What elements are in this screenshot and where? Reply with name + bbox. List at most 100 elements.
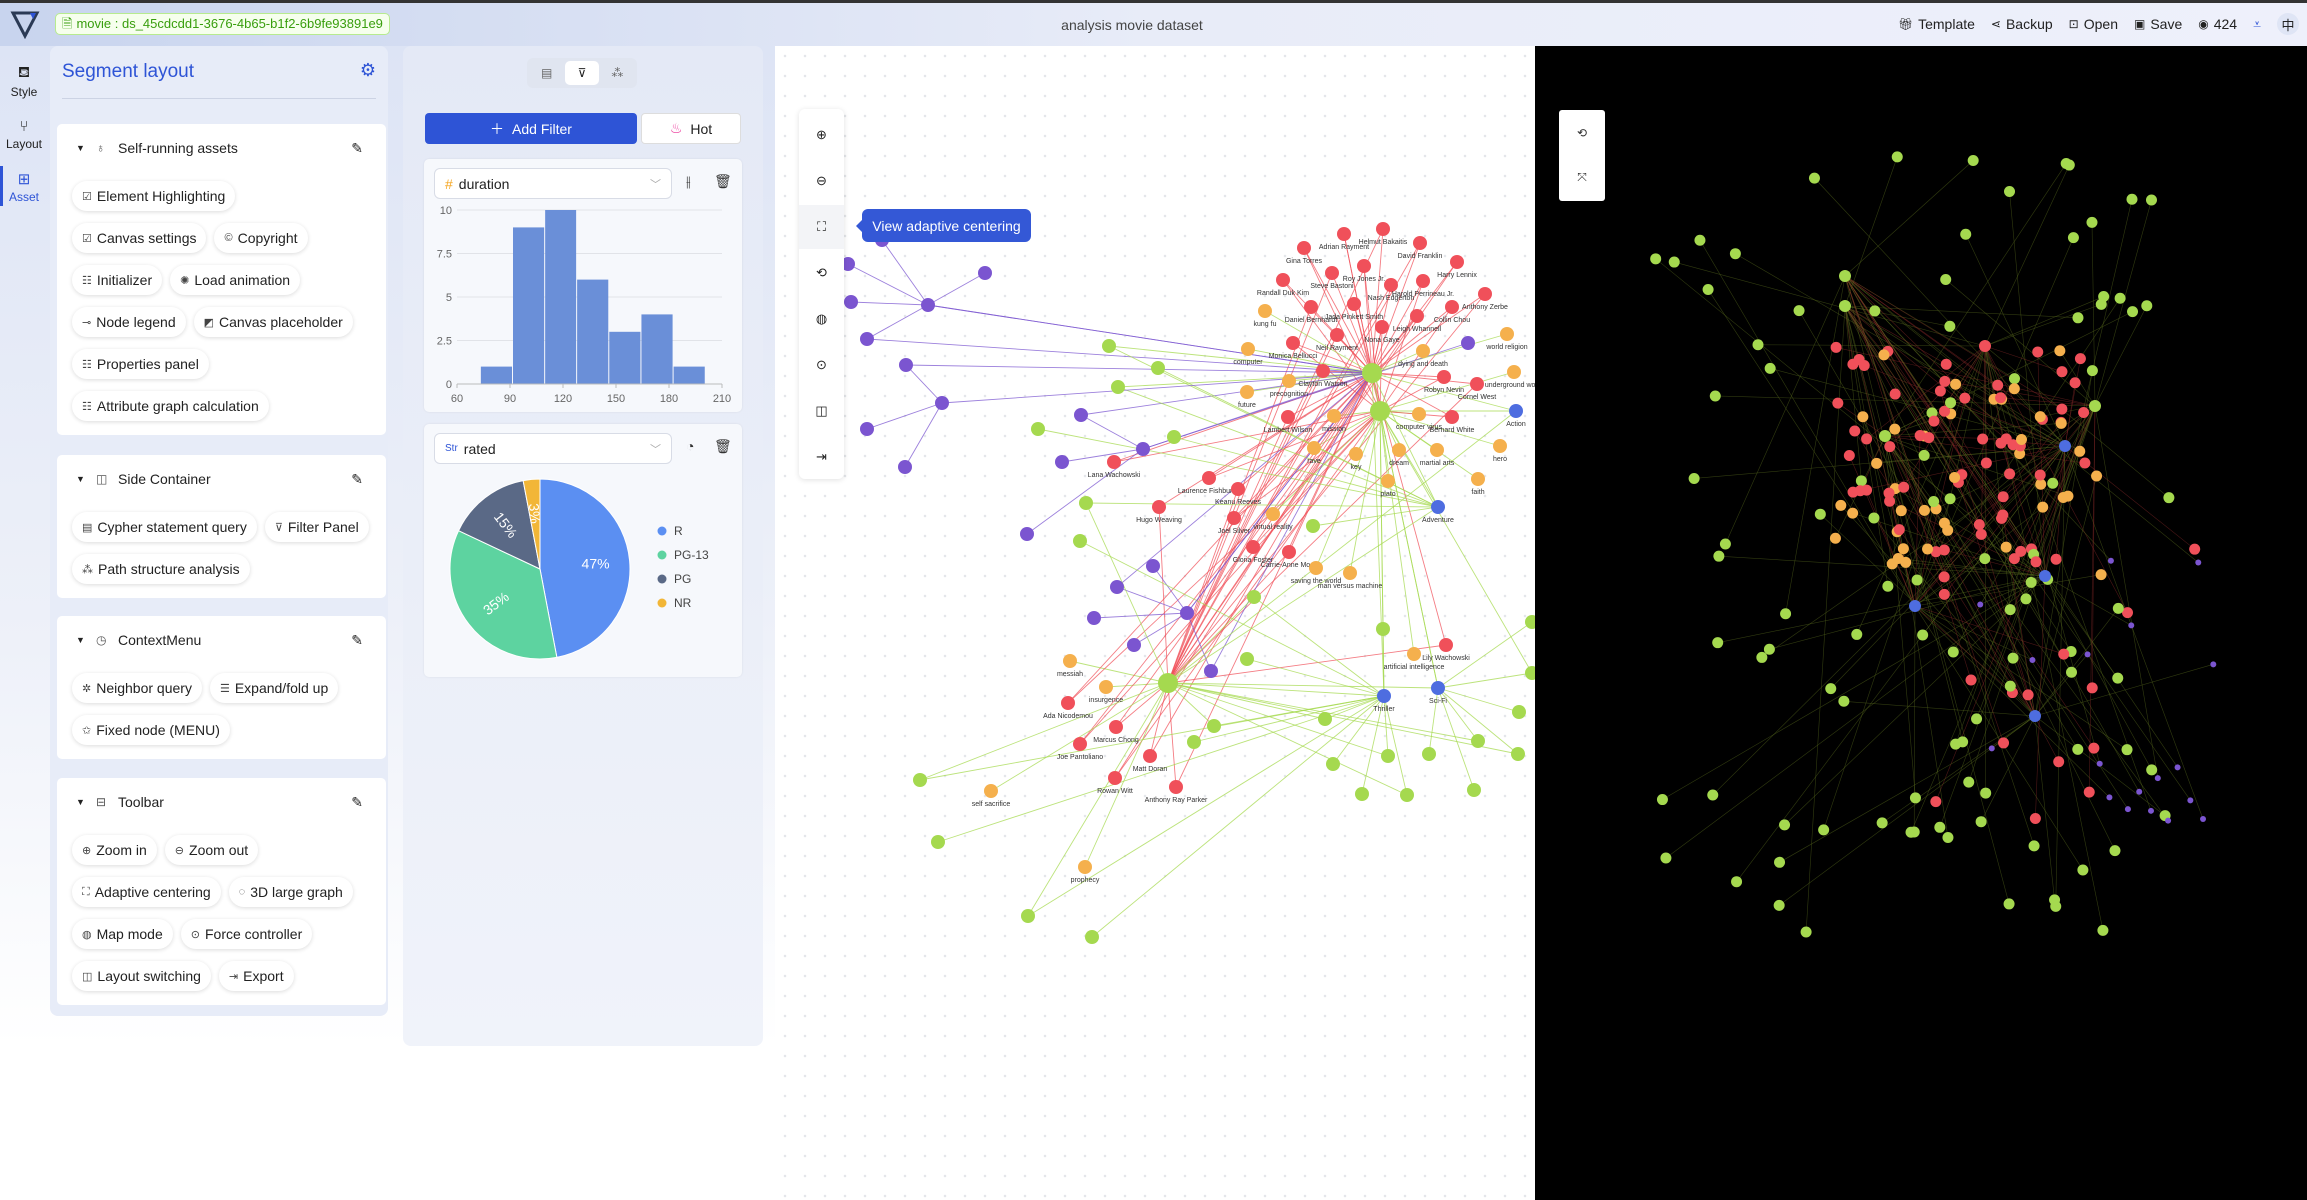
3d-person-node[interactable] — [1998, 737, 2010, 749]
3d-movie-node[interactable] — [2127, 306, 2139, 318]
3d-movie-node[interactable] — [2004, 185, 2016, 197]
user-node[interactable] — [844, 295, 858, 309]
3d-keyword-node[interactable] — [1950, 378, 1962, 390]
3d-hub-node[interactable] — [1979, 340, 1991, 352]
movie-node[interactable] — [1400, 788, 1414, 802]
chip-initializer[interactable]: ☷ Initializer — [72, 265, 163, 295]
3d-movie-node[interactable] — [2020, 593, 2032, 605]
keyword-node[interactable] — [1327, 409, 1341, 423]
user-node[interactable] — [935, 396, 949, 410]
chip-zoom-in[interactable]: ⊕ Zoom in — [72, 835, 157, 865]
app-logo[interactable] — [10, 9, 40, 39]
3d-movie-node[interactable] — [1650, 253, 1662, 265]
3d-user-node[interactable] — [1988, 745, 1995, 752]
edge[interactable] — [1167, 506, 1439, 684]
edge[interactable] — [1167, 682, 1326, 720]
keyword-node[interactable] — [1412, 407, 1426, 421]
movie-node[interactable] — [1021, 909, 1035, 923]
3d-person-node[interactable] — [2034, 469, 2046, 481]
3d-person-node[interactable] — [2069, 377, 2081, 389]
3d-keyword-node[interactable] — [2034, 411, 2046, 423]
user-node[interactable] — [1110, 580, 1124, 594]
edge[interactable] — [1167, 370, 1324, 684]
edge[interactable] — [1093, 612, 1188, 619]
chip-cypher-statement-query[interactable]: ▤ Cypher statement query — [72, 512, 257, 542]
chip-copyright[interactable]: © Copyright — [214, 223, 308, 253]
keyword-node[interactable] — [1307, 441, 1321, 455]
collapse-caret-icon[interactable]: ▼ — [76, 635, 96, 645]
person-node[interactable] — [1445, 300, 1459, 314]
3d-person-node[interactable] — [1938, 588, 1950, 600]
globe-icon[interactable]: ◍ — [799, 297, 844, 341]
movie-node[interactable] — [1207, 719, 1221, 733]
3d-movie-node[interactable] — [2047, 477, 2059, 489]
3d-user-node[interactable] — [2154, 775, 2161, 782]
3d-person-node[interactable] — [1959, 392, 1971, 404]
3d-user-node[interactable] — [2107, 557, 2114, 564]
3d-movie-node[interactable] — [2072, 312, 2084, 324]
chip-3d-large-graph[interactable]: ◌ 3D large graph — [228, 877, 353, 907]
user-node[interactable] — [1136, 442, 1150, 456]
chip-path-structure-analysis[interactable]: ⁂ Path structure analysis — [72, 554, 250, 584]
3d-keyword-node[interactable] — [1889, 423, 1901, 435]
edge[interactable] — [881, 239, 929, 306]
3d-person-node[interactable] — [1914, 430, 1926, 442]
2d-icon[interactable]: ⟲ — [799, 251, 844, 295]
3d-user-node[interactable] — [2165, 817, 2172, 824]
person-node[interactable] — [1337, 227, 1351, 241]
person-node[interactable] — [1413, 236, 1427, 250]
chip-node-legend[interactable]: ⊸ Node legend — [72, 307, 186, 337]
3d-graph-canvas[interactable]: ⟲ ⤧ — [1535, 46, 2307, 1200]
edge[interactable] — [1167, 242, 1421, 684]
movie-node[interactable] — [1362, 363, 1382, 383]
movie-node[interactable] — [913, 773, 927, 787]
movie-node[interactable] — [1079, 496, 1093, 510]
genre-node[interactable] — [1377, 689, 1391, 703]
3d-movie-node[interactable] — [2007, 652, 2019, 664]
person-node[interactable] — [1276, 273, 1290, 287]
3d-movie-node[interactable] — [1713, 550, 1725, 562]
keyword-node[interactable] — [1349, 447, 1363, 461]
3d-person-node[interactable] — [1898, 481, 1910, 493]
3d-keyword-node[interactable] — [1918, 504, 1930, 516]
rail-item-style[interactable]: ⛾ Style — [0, 64, 48, 99]
movie-node[interactable] — [1247, 590, 1261, 604]
3d-person-node[interactable] — [2050, 553, 2062, 565]
edit-icon[interactable]: ✎ — [351, 794, 363, 811]
edge[interactable] — [1246, 658, 1385, 697]
movie-node[interactable] — [1376, 622, 1390, 636]
movie-node[interactable] — [931, 835, 945, 849]
3d-movie-node[interactable] — [1905, 826, 1917, 838]
person-node[interactable] — [1073, 737, 1087, 751]
3d-movie-node[interactable] — [1763, 643, 1775, 655]
user-node[interactable] — [1087, 611, 1101, 625]
3d-person-node[interactable] — [2078, 407, 2090, 419]
3d-person-node[interactable] — [1889, 388, 1901, 400]
language-toggle[interactable]: 中 — [2277, 13, 2299, 35]
3d-person-node[interactable] — [1849, 425, 1861, 437]
duration-histogram[interactable]: 0 2.5 5 7.5 10 60 90 120 150 180 210 — [424, 159, 742, 412]
3d-person-node[interactable] — [2053, 756, 2065, 768]
movie-node[interactable] — [1422, 747, 1436, 761]
3d-movie-node[interactable] — [2145, 194, 2157, 206]
keyword-node[interactable] — [1099, 680, 1113, 694]
3d-movie-node[interactable] — [1793, 305, 1805, 317]
keyword-node[interactable] — [1416, 344, 1430, 358]
3d-movie-node[interactable] — [2004, 604, 2016, 616]
3d-keyword-node[interactable] — [1878, 349, 1890, 361]
user-node[interactable] — [899, 358, 913, 372]
person-node[interactable] — [1231, 482, 1245, 496]
2d-icon[interactable]: ⟲ — [1559, 110, 1605, 155]
movie-node[interactable] — [1158, 673, 1178, 693]
3d-keyword-node[interactable] — [2062, 490, 2074, 502]
3d-movie-node[interactable] — [1940, 273, 1952, 285]
edge[interactable] — [904, 402, 943, 468]
fullscreen-icon[interactable]: ⤧ — [1559, 155, 1605, 200]
movie-node[interactable] — [1151, 361, 1165, 375]
genre-node[interactable] — [1431, 500, 1445, 514]
3d-person-node[interactable] — [2004, 468, 2016, 480]
3d-person-node[interactable] — [2088, 742, 2100, 754]
3d-movie-node[interactable] — [2141, 300, 2153, 312]
3d-user-node[interactable] — [2124, 806, 2131, 813]
3d-person-node[interactable] — [1883, 487, 1895, 499]
